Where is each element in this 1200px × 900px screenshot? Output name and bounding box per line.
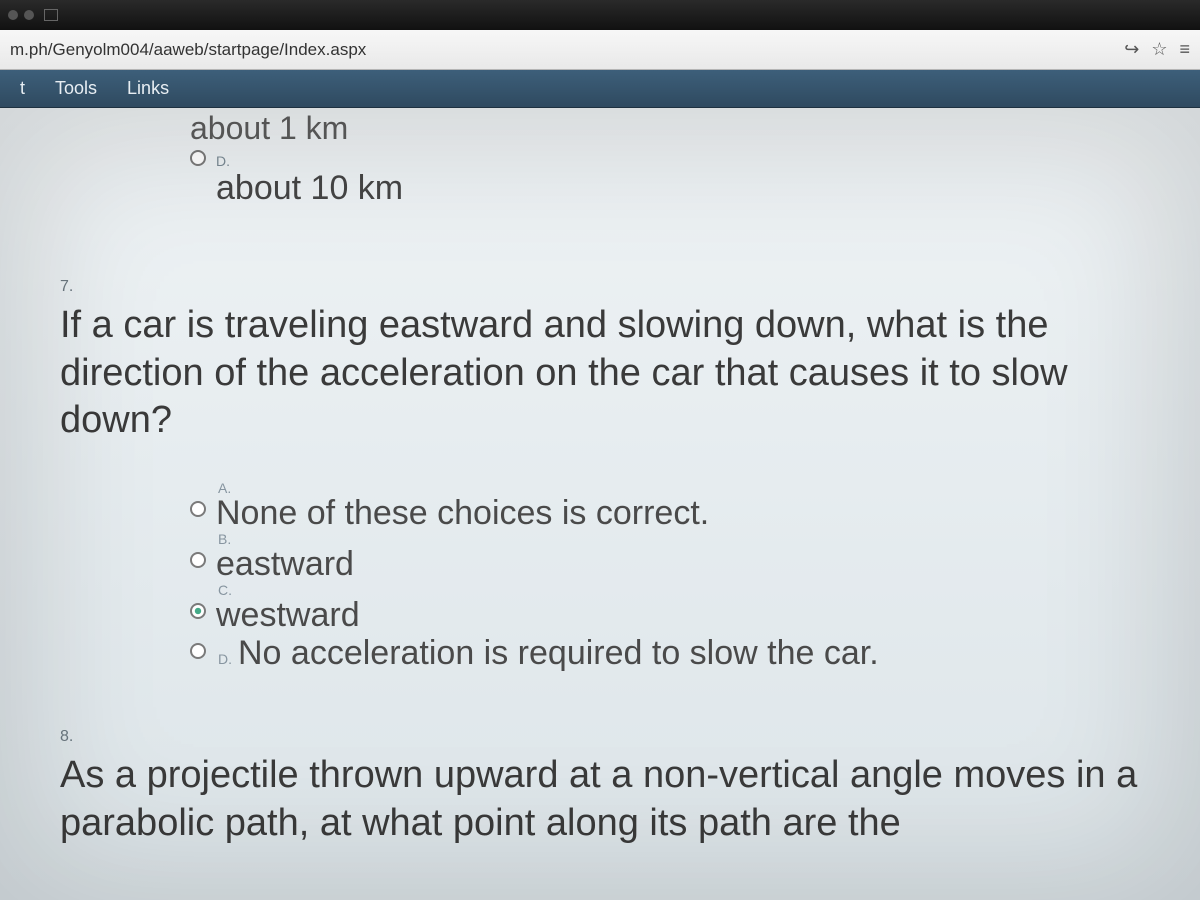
share-icon[interactable]: ↪ xyxy=(1124,39,1139,60)
choice-d-row[interactable]: D. No acceleration is required to slow t… xyxy=(190,635,1170,672)
window-control-dot[interactable] xyxy=(8,10,18,20)
url-text[interactable]: m.ph/Genyolm004/aaweb/startpage/Index.as… xyxy=(10,40,1112,60)
question-6-partial: about 1 km D. about 10 km xyxy=(60,108,1170,208)
browser-window: m.ph/Genyolm004/aaweb/startpage/Index.as… xyxy=(0,0,1200,900)
window-control-dot[interactable] xyxy=(24,10,34,20)
star-icon[interactable]: ☆ xyxy=(1151,39,1167,60)
window-control-box[interactable] xyxy=(44,9,58,21)
choice-c-row[interactable]: C. westward xyxy=(190,583,1170,634)
window-titlebar xyxy=(0,0,1200,30)
menu-item-links[interactable]: Links xyxy=(127,78,169,99)
choice-text: None of these choices is correct. xyxy=(216,494,709,532)
choice-letter: D. xyxy=(216,153,403,169)
choice-c-text: about 1 km xyxy=(190,112,1170,144)
radio-icon[interactable] xyxy=(190,552,206,568)
question-number: 8. xyxy=(60,728,1170,746)
choice-d-row[interactable]: D. about 10 km xyxy=(190,146,1170,208)
menu-item[interactable]: t xyxy=(20,78,25,99)
choice-a-row[interactable]: A. None of these choices is correct. xyxy=(190,481,1170,532)
question-text: As a projectile thrown upward at a non-v… xyxy=(60,752,1170,847)
radio-icon[interactable] xyxy=(190,603,206,619)
choice-text: about 10 km xyxy=(216,169,403,208)
choice-letter: B. xyxy=(218,532,354,546)
menu-bar: t Tools Links xyxy=(0,70,1200,108)
radio-icon[interactable] xyxy=(190,150,206,166)
choice-letter: C. xyxy=(218,583,360,597)
choice-letter: D. xyxy=(218,652,232,666)
question-text: If a car is traveling eastward and slowi… xyxy=(60,302,1160,445)
reading-icon[interactable]: ≡ xyxy=(1179,39,1190,60)
radio-icon[interactable] xyxy=(190,643,206,659)
choice-b-row[interactable]: B. eastward xyxy=(190,532,1170,583)
choice-text: eastward xyxy=(216,545,354,583)
radio-icon[interactable] xyxy=(190,501,206,517)
choice-letter: A. xyxy=(218,481,709,495)
menu-item-tools[interactable]: Tools xyxy=(55,78,97,99)
page-content: about 1 km D. about 10 km 7. If a car is… xyxy=(0,108,1200,900)
choice-text: No acceleration is required to slow the … xyxy=(238,635,879,672)
choice-text: westward xyxy=(216,596,360,634)
question-7-choices: A. None of these choices is correct. B. … xyxy=(60,481,1170,673)
address-bar: m.ph/Genyolm004/aaweb/startpage/Index.as… xyxy=(0,30,1200,70)
question-number: 7. xyxy=(60,278,1170,296)
